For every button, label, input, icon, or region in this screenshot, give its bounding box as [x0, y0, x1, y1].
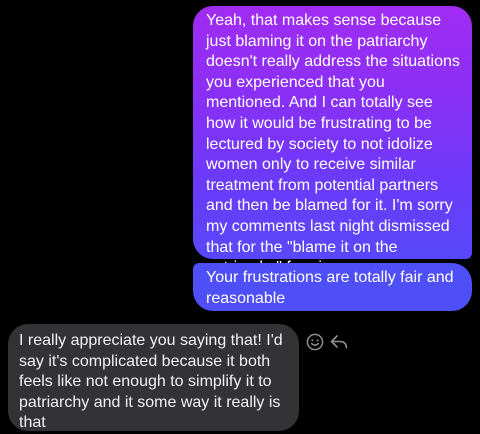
message-thread: Yeah, that makes sense because just blam…	[0, 0, 480, 434]
sent-message-bubble[interactable]: Yeah, that makes sense because just blam…	[193, 6, 472, 276]
reply-arrow-icon[interactable]	[329, 332, 349, 352]
smiley-face-icon[interactable]	[305, 332, 325, 352]
received-message-bubble[interactable]: I really appreciate you saying that! I'd…	[8, 324, 299, 431]
message-actions	[305, 332, 351, 352]
sent-message-bubble[interactable]: Your frustrations are totally fair and r…	[193, 263, 472, 311]
